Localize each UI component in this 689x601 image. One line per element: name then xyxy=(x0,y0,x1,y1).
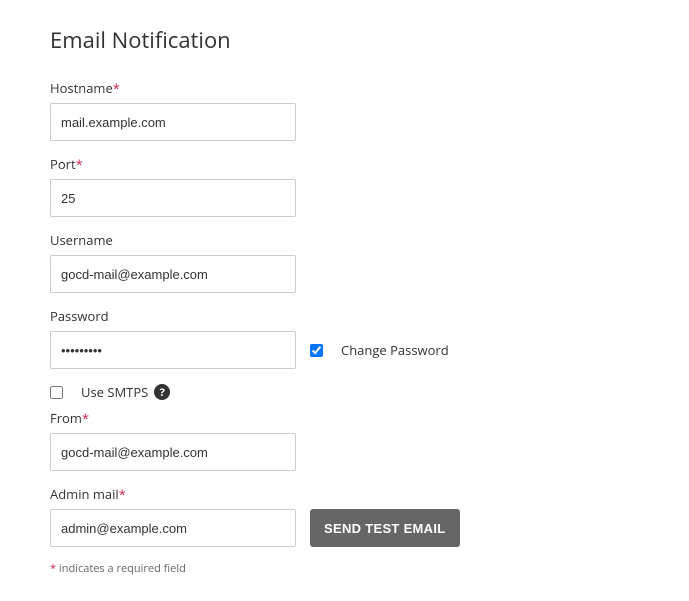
smtps-group: Use SMTPS ? From* xyxy=(50,383,639,471)
page-title: Email Notification xyxy=(50,25,639,55)
port-label-text: Port xyxy=(50,155,76,173)
username-group: Username xyxy=(50,231,639,293)
required-field-note-text: indicates a required field xyxy=(56,561,186,576)
required-field-note: * indicates a required field xyxy=(50,561,639,576)
username-label-text: Username xyxy=(50,231,113,249)
required-star: * xyxy=(113,79,120,97)
password-label: Password xyxy=(50,307,639,325)
required-star: * xyxy=(119,485,126,503)
password-input[interactable] xyxy=(50,331,296,369)
send-test-email-button[interactable]: SEND TEST EMAIL xyxy=(310,509,460,547)
password-label-text: Password xyxy=(50,307,109,325)
hostname-input[interactable] xyxy=(50,103,296,141)
hostname-group: Hostname* xyxy=(50,79,639,141)
use-smtps-wrap: Use SMTPS ? xyxy=(50,383,639,401)
port-group: Port* xyxy=(50,155,639,217)
port-input[interactable] xyxy=(50,179,296,217)
hostname-label: Hostname* xyxy=(50,79,639,97)
hostname-label-text: Hostname xyxy=(50,79,113,97)
change-password-wrap: Change Password xyxy=(310,341,449,359)
change-password-label: Change Password xyxy=(341,341,449,359)
from-label-text: From xyxy=(50,409,82,427)
admin-mail-label: Admin mail* xyxy=(50,485,639,503)
admin-mail-input[interactable] xyxy=(50,509,296,547)
use-smtps-checkbox[interactable] xyxy=(50,386,63,399)
use-smtps-label: Use SMTPS xyxy=(81,383,148,401)
username-input[interactable] xyxy=(50,255,296,293)
required-star: * xyxy=(76,155,83,173)
help-icon[interactable]: ? xyxy=(154,384,170,400)
from-input[interactable] xyxy=(50,433,296,471)
required-star: * xyxy=(82,409,89,427)
from-label: From* xyxy=(50,409,639,427)
change-password-checkbox[interactable] xyxy=(310,344,323,357)
username-label: Username xyxy=(50,231,639,249)
admin-mail-group: Admin mail* SEND TEST EMAIL xyxy=(50,485,639,547)
port-label: Port* xyxy=(50,155,639,173)
admin-mail-label-text: Admin mail xyxy=(50,485,119,503)
password-group: Password Change Password xyxy=(50,307,639,369)
